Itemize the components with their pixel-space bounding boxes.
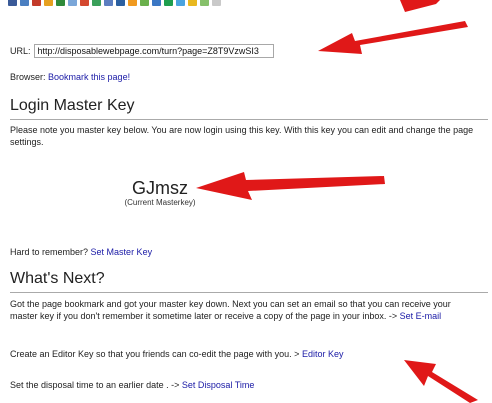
share-icon-2[interactable] bbox=[20, 0, 29, 6]
share-icon-7[interactable] bbox=[80, 0, 89, 6]
remember-row: Hard to remember? Set Master Key bbox=[10, 246, 480, 258]
disposal-paragraph-text: Set the disposal time to an earlier date… bbox=[10, 380, 180, 390]
share-icon-9[interactable] bbox=[104, 0, 113, 6]
next-section-divider bbox=[10, 292, 488, 293]
share-icon-11[interactable] bbox=[128, 0, 137, 6]
editor-key-link[interactable]: Editor Key bbox=[302, 349, 344, 359]
email-paragraph: Got the page bookmark and got your maste… bbox=[10, 298, 480, 322]
annotation-arrows bbox=[196, 0, 478, 403]
bookmark-link[interactable]: Bookmark this page! bbox=[48, 72, 130, 82]
editor-key-paragraph: Create an Editor Key so that you friends… bbox=[10, 348, 480, 360]
arrow-master-key bbox=[196, 172, 385, 200]
share-icon-5[interactable] bbox=[56, 0, 65, 6]
share-icon-4[interactable] bbox=[44, 0, 53, 6]
share-icon-12[interactable] bbox=[140, 0, 149, 6]
email-paragraph-text: Got the page bookmark and got your maste… bbox=[10, 299, 451, 321]
share-icon-10[interactable] bbox=[116, 0, 125, 6]
set-disposal-time-link[interactable]: Set Disposal Time bbox=[182, 380, 255, 390]
share-icon-6[interactable] bbox=[68, 0, 77, 6]
disposal-paragraph: Set the disposal time to an earlier date… bbox=[10, 379, 480, 391]
share-icons-row bbox=[8, 0, 221, 9]
browser-label: Browser: bbox=[10, 72, 46, 82]
master-key-block: GJmsz (Current Masterkey) bbox=[110, 178, 210, 207]
url-label: URL: bbox=[10, 46, 31, 56]
share-icon-13[interactable] bbox=[152, 0, 161, 6]
arrow-url bbox=[318, 21, 468, 54]
browser-row: Browser: Bookmark this page! bbox=[10, 72, 130, 82]
share-icon-16[interactable] bbox=[188, 0, 197, 6]
share-icon-15[interactable] bbox=[176, 0, 185, 6]
master-key-caption: (Current Masterkey) bbox=[124, 198, 196, 207]
share-icon-14[interactable] bbox=[164, 0, 173, 6]
share-icon-3[interactable] bbox=[32, 0, 41, 6]
share-icon-17[interactable] bbox=[200, 0, 209, 6]
remember-text: Hard to remember? bbox=[10, 247, 89, 257]
set-email-link[interactable]: Set E-mail bbox=[400, 311, 442, 321]
url-row: URL: bbox=[10, 44, 274, 58]
arrow-top-right bbox=[400, 0, 440, 12]
login-section-title: Login Master Key bbox=[10, 97, 135, 114]
login-description: Please note you master key below. You ar… bbox=[10, 125, 474, 147]
login-section-divider bbox=[10, 119, 488, 120]
next-section-title: What's Next? bbox=[10, 270, 105, 287]
share-icon-1[interactable] bbox=[8, 0, 17, 6]
url-input[interactable] bbox=[33, 44, 274, 58]
share-icon-18[interactable] bbox=[212, 0, 221, 6]
master-key-value: GJmsz bbox=[132, 178, 188, 198]
editor-key-paragraph-text: Create an Editor Key so that you friends… bbox=[10, 349, 300, 359]
share-icon-8[interactable] bbox=[92, 0, 101, 6]
set-master-key-link[interactable]: Set Master Key bbox=[91, 247, 153, 257]
